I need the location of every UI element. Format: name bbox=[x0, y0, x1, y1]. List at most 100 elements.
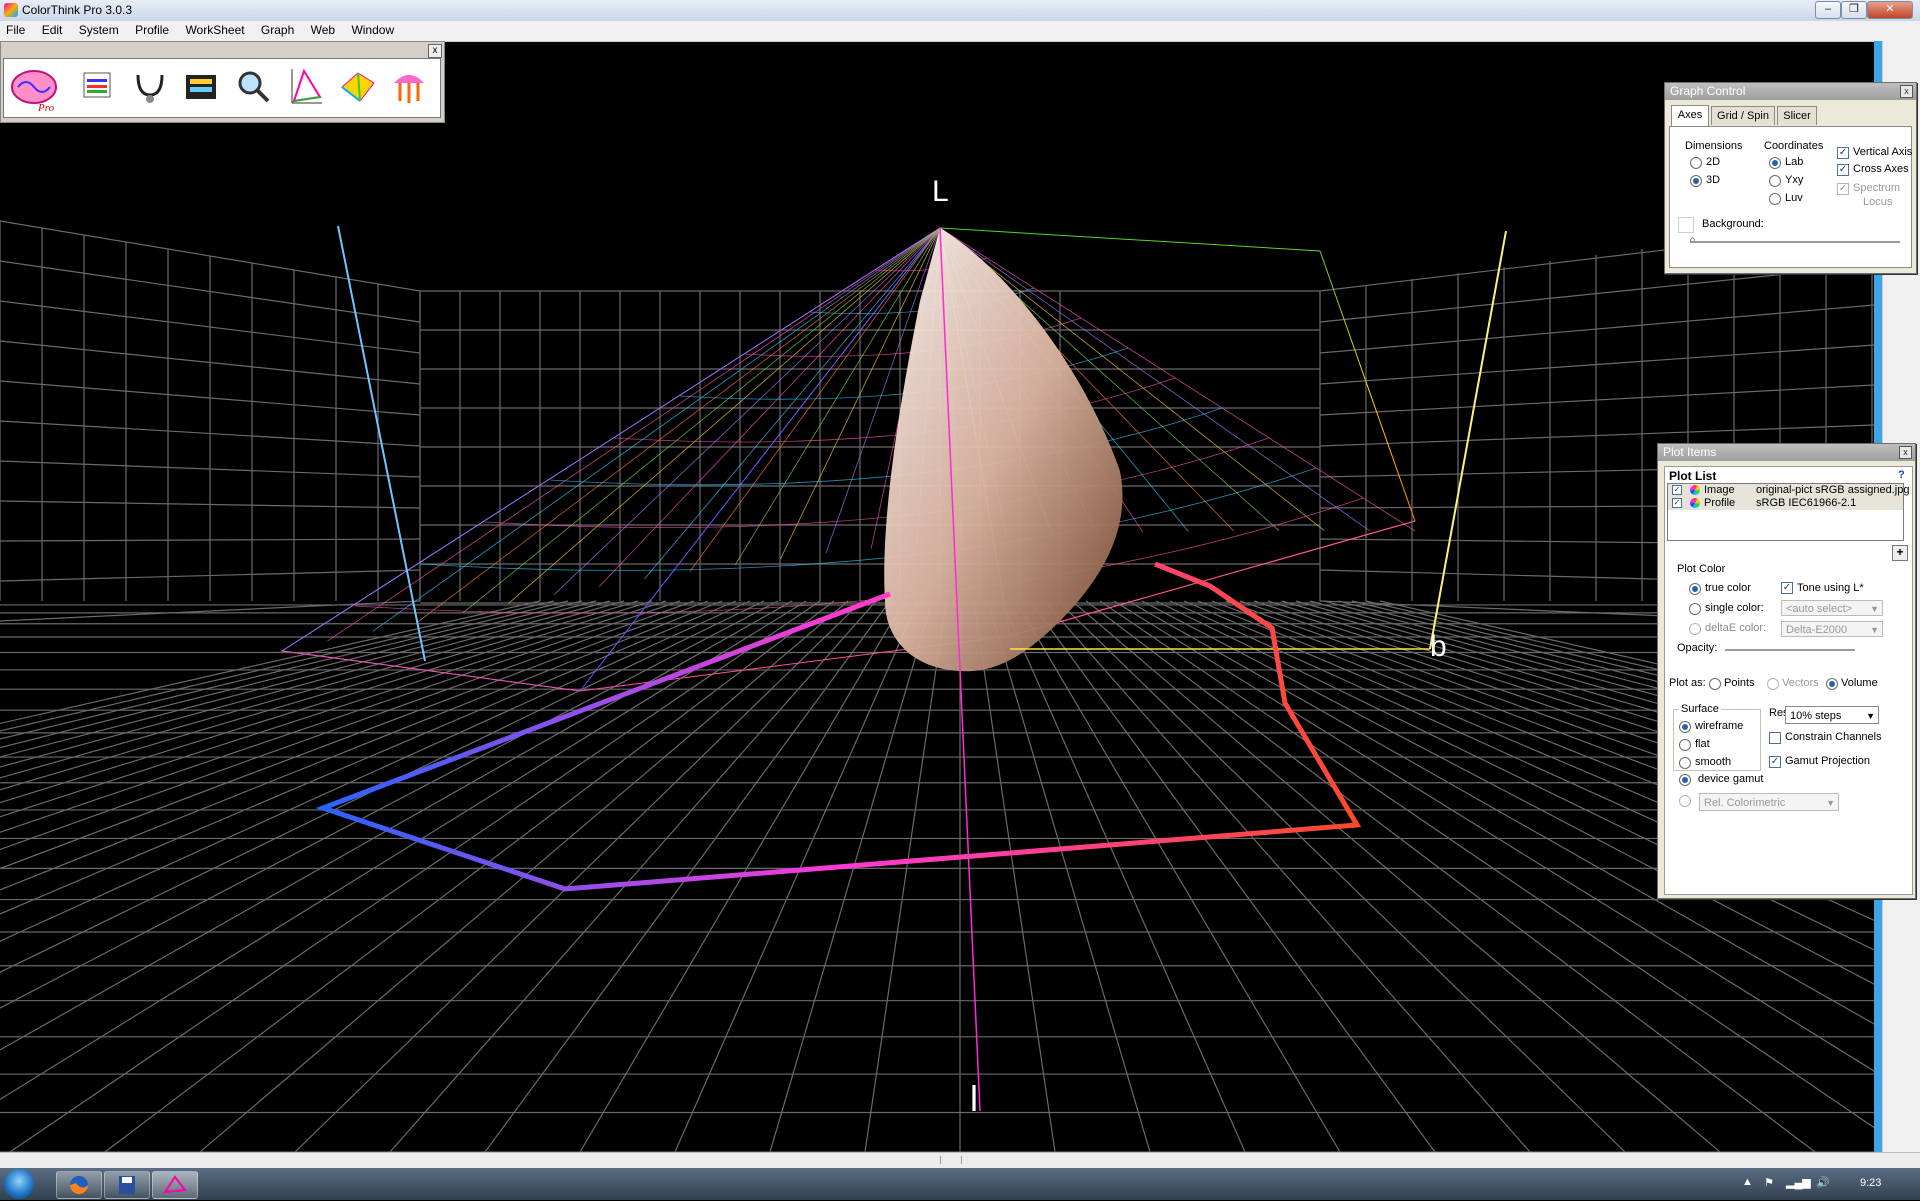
gamut-icon[interactable] bbox=[286, 67, 324, 107]
color-list-icon[interactable] bbox=[182, 67, 220, 107]
flag-icon[interactable]: ⚑ bbox=[1764, 1176, 1774, 1189]
plot-as-volume-label: Volume bbox=[1841, 677, 1878, 689]
profile-row-name: sRGB IEC61966-2.1 bbox=[1756, 497, 1857, 509]
background-color-swatch[interactable] bbox=[1678, 217, 1694, 233]
constrain-channels-checkbox[interactable] bbox=[1769, 732, 1781, 744]
surface-wireframe-label: wireframe bbox=[1695, 720, 1744, 732]
profile-row-type: Profile bbox=[1704, 497, 1736, 509]
grid-line bbox=[987, 600, 1151, 1152]
image-visible-checkbox[interactable]: ✓ bbox=[1672, 485, 1682, 495]
surface-flat-radio[interactable] bbox=[1679, 739, 1691, 751]
color-wheel-icon[interactable] bbox=[390, 67, 428, 107]
grid-line bbox=[1015, 600, 1341, 1152]
graph-control-close-button[interactable]: x bbox=[1900, 85, 1913, 98]
taskbar: ▲ ⚑ ▂▄▆ 🔊 9:23 bbox=[0, 1168, 1920, 1200]
profile-visible-checkbox[interactable]: ✓ bbox=[1672, 498, 1682, 508]
plot-items-close-button[interactable]: x bbox=[1899, 446, 1912, 459]
grid-line bbox=[864, 600, 947, 1152]
tab-grid-spin[interactable]: Grid / Spin bbox=[1711, 106, 1775, 125]
coordinate-lab-radio[interactable] bbox=[1769, 157, 1781, 169]
single-color-select[interactable]: <auto select> ▼ bbox=[1781, 600, 1883, 616]
surface-wireframe-radio[interactable] bbox=[1679, 721, 1691, 733]
res-select[interactable]: 10% steps ▼ bbox=[1785, 706, 1879, 724]
menu-edit[interactable]: Edit bbox=[36, 21, 69, 39]
tone-using-l-label: Tone using L* bbox=[1797, 582, 1864, 594]
surface-smooth-radio[interactable] bbox=[1679, 757, 1691, 769]
brain-logo-icon[interactable]: Pro bbox=[8, 67, 60, 114]
dimension-3d-radio[interactable] bbox=[1690, 175, 1702, 187]
rendering-intent-select[interactable]: Rel. Colorimetric ▼ bbox=[1699, 793, 1839, 811]
worksheet-icon[interactable] bbox=[78, 67, 116, 107]
tab-slicer[interactable]: Slicer bbox=[1777, 106, 1817, 125]
maximize-button[interactable]: ❐ bbox=[1841, 1, 1867, 19]
vertical-axis-checkbox[interactable]: ✓ bbox=[1837, 147, 1849, 159]
surface-smooth-label: smooth bbox=[1695, 756, 1732, 768]
add-plot-item-button[interactable]: + bbox=[1892, 545, 1908, 561]
firefox-taskbar-icon[interactable] bbox=[56, 1171, 102, 1199]
menu-worksheet[interactable]: WorkSheet bbox=[179, 21, 250, 39]
help-button[interactable]: ? bbox=[1898, 469, 1905, 481]
dimensions-title: Dimensions bbox=[1685, 140, 1743, 152]
minimize-button[interactable]: – bbox=[1815, 1, 1841, 19]
rendering-intent-radio[interactable] bbox=[1679, 795, 1691, 807]
single-color-radio[interactable] bbox=[1689, 603, 1701, 615]
plot-items-panel: Plot Items x Plot List ? ✓ Image origina… bbox=[1657, 443, 1916, 899]
gamut-3d-graph[interactable]: L b l bbox=[0, 41, 1874, 1152]
dimension-2d-label: 2D bbox=[1706, 156, 1721, 168]
right-axis-line bbox=[1429, 230, 1507, 650]
tab-axes[interactable]: Axes bbox=[1671, 105, 1709, 126]
coordinate-luv-radio[interactable] bbox=[1769, 193, 1781, 205]
image-color-icon bbox=[1690, 485, 1700, 495]
tray-arrow-icon[interactable]: ▲ bbox=[1742, 1176, 1753, 1188]
device-gamut-radio[interactable] bbox=[1679, 774, 1691, 786]
grid-line bbox=[769, 600, 933, 1152]
background-slider[interactable] bbox=[1690, 241, 1900, 244]
constrain-channels-label: Constrain Channels bbox=[1785, 731, 1882, 743]
scroll-grip[interactable] bbox=[940, 1156, 962, 1164]
plot-list-row-image[interactable]: ✓ Image original-pict sRGB assigned.jpg bbox=[1668, 484, 1909, 497]
grid-line bbox=[0, 600, 555, 732]
horizontal-scrollbar[interactable] bbox=[0, 1152, 1920, 1169]
spectrum-locus-checkbox[interactable]: ✓ bbox=[1837, 183, 1849, 195]
profile-inspector-icon[interactable] bbox=[130, 67, 168, 107]
start-button[interactable] bbox=[4, 1169, 34, 1199]
grid-line bbox=[1057, 600, 1626, 1152]
plot-items-title: Plot Items bbox=[1658, 444, 1915, 461]
plot-as-vectors-radio[interactable] bbox=[1767, 678, 1779, 690]
delta-e-select[interactable]: Delta-E2000 ▼ bbox=[1781, 621, 1883, 637]
menu-profile[interactable]: Profile bbox=[129, 21, 175, 39]
dimension-2d-radio[interactable] bbox=[1690, 157, 1702, 169]
image-row-name: original-pict sRGB assigned.jpg bbox=[1756, 484, 1910, 496]
plot-as-points-radio[interactable] bbox=[1709, 678, 1721, 690]
gamut-projection-checkbox[interactable]: ✓ bbox=[1769, 756, 1781, 768]
rendering-intent-value: Rel. Colorimetric bbox=[1704, 797, 1786, 809]
grid-line bbox=[1071, 600, 1721, 1152]
menu-file[interactable]: File bbox=[0, 21, 31, 39]
delta-e-color-radio[interactable] bbox=[1689, 623, 1701, 635]
cross-axes-checkbox[interactable]: ✓ bbox=[1837, 164, 1849, 176]
close-button[interactable]: ✕ bbox=[1867, 1, 1913, 19]
grapher-icon[interactable] bbox=[338, 67, 376, 107]
plot-list-row-profile[interactable]: ✓ Profile sRGB IEC61966-2.1 bbox=[1668, 497, 1903, 510]
menu-system[interactable]: System bbox=[73, 21, 125, 39]
volume-icon[interactable]: 🔊 bbox=[1816, 1176, 1830, 1189]
opacity-slider[interactable] bbox=[1725, 649, 1855, 652]
search-icon[interactable] bbox=[234, 67, 272, 107]
colorthink-taskbar-icon[interactable] bbox=[152, 1171, 198, 1199]
grid-line bbox=[1319, 344, 1874, 385]
menu-graph[interactable]: Graph bbox=[255, 21, 300, 39]
menu-web[interactable]: Web bbox=[305, 21, 341, 39]
network-icon[interactable]: ▂▄▆ bbox=[1786, 1176, 1811, 1189]
single-color-label: single color: bbox=[1705, 602, 1764, 614]
clock[interactable]: 9:23 bbox=[1860, 1177, 1881, 1189]
save-app-taskbar-icon[interactable] bbox=[104, 1171, 150, 1199]
plot-list: ✓ Image original-pict sRGB assigned.jpg … bbox=[1667, 483, 1909, 541]
svg-text:Pro: Pro bbox=[37, 102, 55, 113]
tone-using-l-checkbox[interactable]: ✓ bbox=[1781, 582, 1793, 594]
tool-palette-close-button[interactable]: x bbox=[428, 44, 442, 58]
plot-as-volume-radio[interactable] bbox=[1826, 678, 1838, 690]
chevron-down-icon: ▼ bbox=[1870, 625, 1879, 635]
menu-window[interactable]: Window bbox=[345, 21, 400, 39]
coordinate-yxy-radio[interactable] bbox=[1769, 175, 1781, 187]
true-color-radio[interactable] bbox=[1689, 583, 1701, 595]
